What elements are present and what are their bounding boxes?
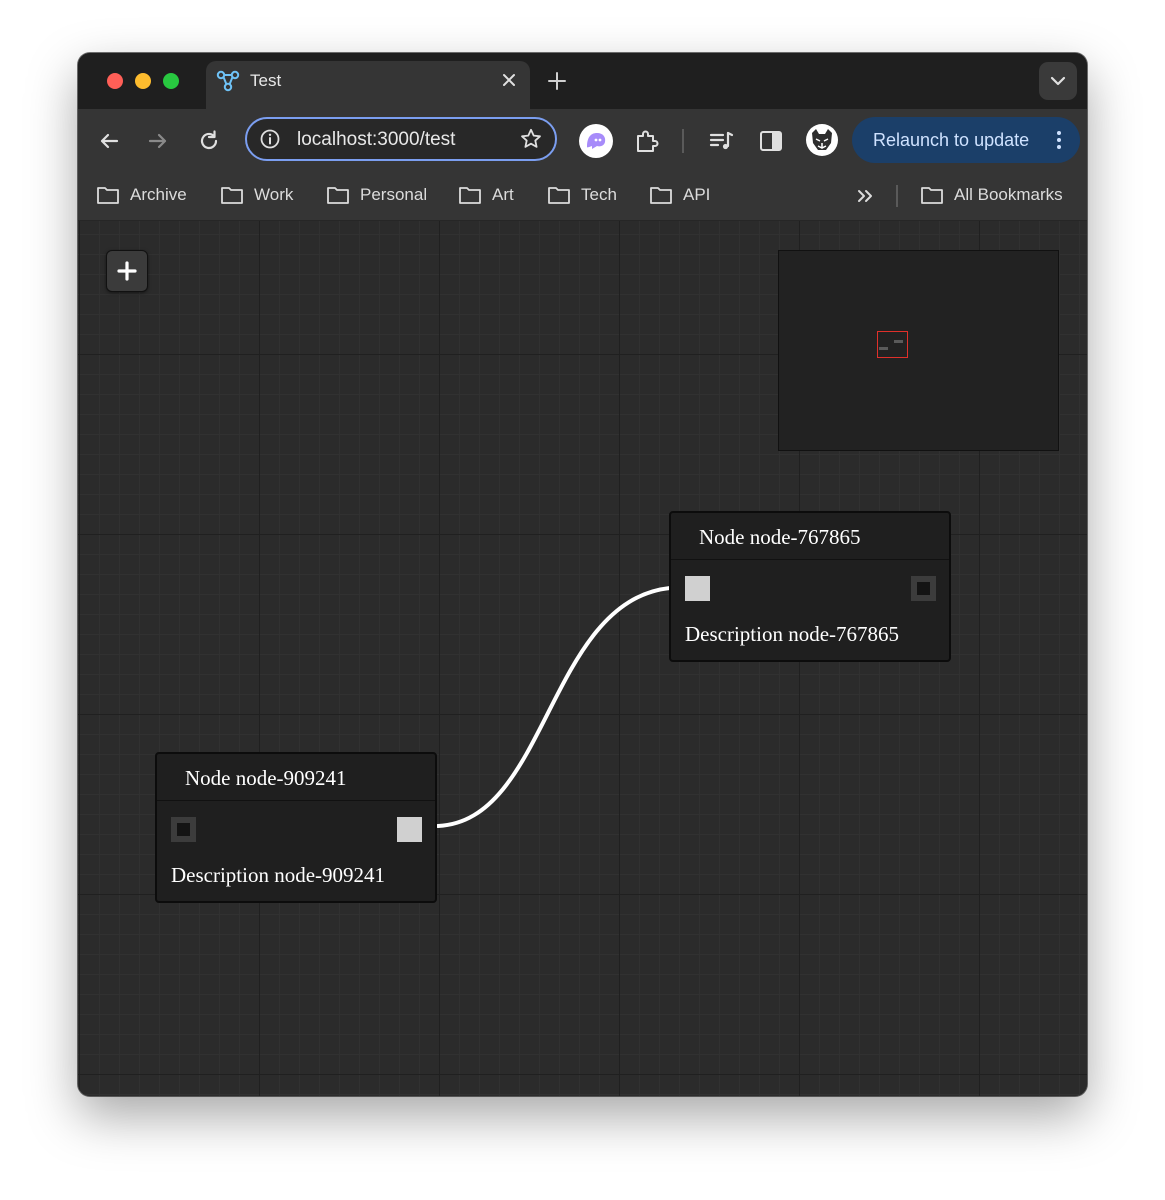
folder-icon — [548, 187, 570, 204]
puzzle-extensions-icon[interactable] — [633, 127, 661, 155]
minimize-window-button[interactable] — [135, 73, 151, 89]
output-port[interactable] — [397, 817, 422, 842]
toolbar-divider — [682, 129, 684, 153]
input-port[interactable] — [685, 576, 710, 601]
bookmark-work[interactable]: Work — [220, 182, 293, 208]
reload-icon[interactable] — [195, 127, 223, 155]
folder-icon — [459, 187, 481, 204]
maximize-window-button[interactable] — [163, 73, 179, 89]
folder-icon — [921, 187, 943, 204]
tab-strip: Test — [78, 53, 1087, 109]
bookmark-label: Art — [492, 185, 514, 204]
chevron-double-right-icon[interactable] — [854, 185, 876, 207]
bookmark-label: API — [683, 185, 711, 204]
bookmarks-bar: Archive Work Personal Art Tech API All B — [78, 173, 1087, 221]
minimap[interactable] — [778, 250, 1059, 451]
tab-search-button[interactable] — [1039, 62, 1077, 100]
relaunch-label: Relaunch to update — [873, 130, 1030, 150]
all-bookmarks-button[interactable]: All Bookmarks — [920, 182, 1063, 208]
folder-icon — [650, 187, 672, 204]
all-bookmarks-label: All Bookmarks — [954, 185, 1063, 204]
reading-list-icon[interactable] — [707, 127, 735, 155]
close-window-button[interactable] — [107, 73, 123, 89]
forward-arrow-icon[interactable] — [144, 127, 172, 155]
bookmark-label: Tech — [581, 185, 617, 204]
tab-title: Test — [250, 71, 282, 90]
new-tab-icon[interactable] — [544, 68, 570, 94]
flow-canvas[interactable]: Node node-767865 Description node-767865… — [78, 221, 1087, 1096]
node-title: Node node-767865 — [699, 525, 861, 549]
more-vertical-icon — [1057, 131, 1061, 149]
ghost-extension-icon[interactable] — [578, 123, 614, 159]
node-header[interactable]: Node node-909241 — [157, 754, 435, 801]
profile-avatar-icon[interactable] — [805, 123, 839, 157]
minimap-viewport[interactable] — [877, 331, 908, 358]
back-arrow-icon[interactable] — [95, 127, 123, 155]
add-node-button[interactable] — [106, 250, 148, 292]
node-description: Description node-909241 — [171, 863, 386, 887]
minimap-node — [879, 347, 888, 350]
bookmark-star-icon[interactable] — [519, 127, 543, 151]
flow-node[interactable]: Node node-909241 Description node-909241 — [155, 752, 437, 903]
relaunch-to-update-button[interactable]: Relaunch to update — [852, 117, 1080, 163]
bookmark-label: Archive — [130, 185, 187, 204]
bookmark-label: Personal — [360, 185, 428, 204]
output-port[interactable] — [911, 576, 936, 601]
site-info-icon[interactable] — [259, 128, 281, 150]
close-icon[interactable] — [498, 69, 520, 91]
flow-graph-icon — [216, 70, 240, 92]
node-header[interactable]: Node node-767865 — [671, 513, 949, 560]
url-text: localhost:3000/test — [297, 129, 456, 150]
bookmark-art[interactable]: Art — [458, 182, 514, 208]
folder-icon — [327, 187, 349, 204]
browser-window: Test localhost:3000/test Relaunch to upd… — [78, 53, 1087, 1096]
bookmarks-divider — [896, 185, 898, 207]
toolbar: localhost:3000/test Relaunch to update — [78, 109, 1087, 173]
bookmark-label: Work — [254, 185, 294, 204]
folder-icon — [97, 187, 119, 204]
bookmark-tech[interactable]: Tech — [547, 182, 617, 208]
side-panel-icon[interactable] — [757, 127, 785, 155]
bookmark-personal[interactable]: Personal — [326, 182, 427, 208]
node-title: Node node-909241 — [185, 766, 347, 790]
node-description: Description node-767865 — [685, 622, 900, 646]
address-bar[interactable]: localhost:3000/test — [245, 117, 557, 161]
input-port[interactable] — [171, 817, 196, 842]
bookmark-archive[interactable]: Archive — [96, 182, 187, 208]
flow-node[interactable]: Node node-767865 Description node-767865 — [669, 511, 951, 662]
folder-icon — [221, 187, 243, 204]
tab-test[interactable]: Test — [206, 61, 530, 109]
plus-icon — [117, 261, 137, 281]
bookmark-api[interactable]: API — [649, 182, 710, 208]
minimap-node — [894, 340, 903, 343]
chevron-down-icon — [1050, 76, 1066, 86]
